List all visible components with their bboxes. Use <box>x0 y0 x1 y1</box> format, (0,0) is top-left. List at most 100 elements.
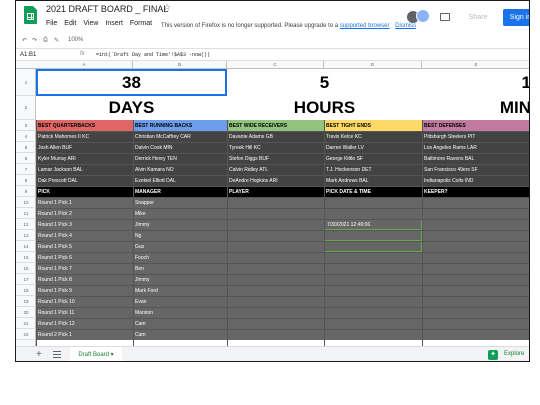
pick-cell-manager[interactable]: Cam <box>133 329 227 340</box>
best-player-cell[interactable]: San Francisco 49ers SF <box>422 164 529 175</box>
column-header-a[interactable]: A <box>36 61 133 69</box>
pick-cell-pick[interactable]: Round 1 Pick 7 <box>36 263 133 274</box>
menu-edit[interactable]: Edit <box>64 20 76 27</box>
best-player-cell[interactable]: Darren Waller LV <box>324 142 422 153</box>
pick-cell-pick[interactable]: Round 1 Pick 1 <box>36 197 133 208</box>
best-player-cell[interactable]: Alvin Kamara NO <box>133 164 227 175</box>
pick-cell-pick[interactable]: Round 1 Pick 9 <box>36 285 133 296</box>
column-header-d[interactable]: D <box>324 61 422 69</box>
pick-cell-time[interactable] <box>324 230 422 241</box>
pick-cell-player[interactable] <box>227 285 324 296</box>
pick-header[interactable]: PLAYER <box>227 186 324 197</box>
best-header[interactable]: BEST RUNNING BACKS <box>133 120 227 131</box>
pick-cell-time[interactable] <box>324 318 422 329</box>
best-player-cell[interactable]: Kyler Murray ARI <box>36 153 133 164</box>
row-header-1[interactable]: 1 <box>16 69 36 96</box>
pick-cell-time[interactable]: 7/30/2021 12:49:06 <box>324 219 422 230</box>
pick-cell-manager[interactable]: Mark Ford <box>133 285 227 296</box>
pick-cell-manager[interactable]: Cam <box>133 318 227 329</box>
pick-cell-pick[interactable]: Round 1 Pick 8 <box>36 274 133 285</box>
pick-cell-player[interactable] <box>227 208 324 219</box>
mins-value[interactable]: 1 <box>422 69 529 96</box>
row-header-7[interactable]: 7 <box>16 164 36 175</box>
best-player-cell[interactable]: Mark Andrews BAL <box>324 175 422 186</box>
best-player-cell[interactable]: Lamar Jackson BAL <box>36 164 133 175</box>
sheets-logo-icon[interactable] <box>24 6 37 24</box>
row-header-20[interactable]: 20 <box>16 307 36 318</box>
pick-cell-player[interactable] <box>227 219 324 230</box>
column-header-b[interactable]: B <box>133 61 227 69</box>
row-header-6[interactable]: 6 <box>16 153 36 164</box>
pick-header[interactable]: PICK DATE & TIME <box>324 186 422 197</box>
best-player-cell[interactable]: DeAndre Hopkins ARI <box>227 175 324 186</box>
pick-cell-pick[interactable]: Round 1 Pick 3 <box>36 219 133 230</box>
explore-icon[interactable]: ✦ <box>488 350 498 360</box>
best-player-cell[interactable]: George Kittle SF <box>324 153 422 164</box>
pick-cell-time[interactable] <box>324 263 422 274</box>
row-header-3[interactable]: 3 <box>16 120 36 131</box>
column-header-c[interactable]: C <box>227 61 324 69</box>
row-header-9[interactable]: 9 <box>16 186 36 197</box>
pick-cell-manager[interactable]: Gus <box>133 241 227 252</box>
best-player-cell[interactable]: Davante Adams GB <box>227 131 324 142</box>
best-player-cell[interactable]: Calvin Ridley ATL <box>227 164 324 175</box>
all-sheets-icon[interactable] <box>53 351 61 358</box>
row-header-19[interactable]: 19 <box>16 296 36 307</box>
row-header-10[interactable]: 10 <box>16 197 36 208</box>
row-header-4[interactable]: 4 <box>16 131 36 142</box>
best-player-cell[interactable]: Indianapolis Colts IND <box>422 175 529 186</box>
row-header-5[interactable]: 5 <box>16 142 36 153</box>
pick-cell-keeper[interactable] <box>422 307 529 318</box>
pick-cell-manager[interactable]: Ben <box>133 263 227 274</box>
pick-cell-player[interactable] <box>227 197 324 208</box>
best-header[interactable]: BEST WIDE RECEIVERS <box>227 120 324 131</box>
row-header-15[interactable]: 15 <box>16 252 36 263</box>
best-header[interactable]: BEST TIGHT ENDS <box>324 120 422 131</box>
pick-cell-time[interactable] <box>324 285 422 296</box>
supported-browser-link[interactable]: supported browser <box>340 23 390 29</box>
pick-cell-player[interactable] <box>227 296 324 307</box>
days-label[interactable]: DAYS <box>36 96 227 120</box>
pick-cell-manager[interactable]: Fooch <box>133 252 227 263</box>
best-player-cell[interactable]: T.J. Hockenson DET <box>324 164 422 175</box>
row-header-2[interactable]: 2 <box>16 96 36 120</box>
pick-cell-manager[interactable]: Ng <box>133 230 227 241</box>
menu-insert[interactable]: Insert <box>105 20 123 27</box>
explore-button[interactable]: Explore <box>504 351 524 357</box>
row-header-18[interactable]: 18 <box>16 285 36 296</box>
days-value[interactable]: 38 <box>36 69 227 96</box>
pick-cell-pick[interactable]: Round 1 Pick 4 <box>36 230 133 241</box>
spreadsheet-grid[interactable]: 3851 DAYSHOURSMIN BEST QUARTERBACKSBEST RU… <box>36 69 529 346</box>
pick-cell-time[interactable] <box>324 252 422 263</box>
pick-cell-player[interactable] <box>227 230 324 241</box>
menu-format[interactable]: Format <box>130 20 152 27</box>
pick-cell-pick[interactable]: Round 1 Pick 6 <box>36 252 133 263</box>
pick-cell-manager[interactable]: Mike <box>133 208 227 219</box>
pick-cell-keeper[interactable] <box>422 252 529 263</box>
redo-icon[interactable]: ↷ <box>32 37 37 44</box>
row-header-12[interactable]: 12 <box>16 219 36 230</box>
sheet-tab-draft-board[interactable]: Draft Board ▾ <box>70 347 122 361</box>
pick-cell-keeper[interactable] <box>422 219 529 230</box>
share-button[interactable]: Share <box>463 10 493 25</box>
pick-cell-time[interactable] <box>324 307 422 318</box>
undo-icon[interactable]: ↶ <box>22 37 27 44</box>
paint-format-icon[interactable]: ✎ <box>54 37 59 44</box>
row-header-22[interactable]: 22 <box>16 329 36 340</box>
pick-cell-manager[interactable]: Marston <box>133 307 227 318</box>
comment-icon[interactable] <box>440 13 450 21</box>
best-header[interactable]: BEST QUARTERBACKS <box>36 120 133 131</box>
pick-cell-player[interactable] <box>227 252 324 263</box>
pick-cell-manager[interactable]: Jimmy <box>133 219 227 230</box>
pick-cell-manager[interactable]: Evan <box>133 296 227 307</box>
pick-cell-keeper[interactable] <box>422 263 529 274</box>
mins-label[interactable]: MIN <box>422 96 529 120</box>
star-icon[interactable]: ☆ <box>163 2 171 13</box>
best-player-cell[interactable]: Pittsburgh Steelers PIT <box>422 131 529 142</box>
best-player-cell[interactable]: Travis Kelce KC <box>324 131 422 142</box>
pick-cell-player[interactable] <box>227 318 324 329</box>
pick-cell-keeper[interactable] <box>422 197 529 208</box>
pick-cell-keeper[interactable] <box>422 241 529 252</box>
pick-cell-keeper[interactable] <box>422 285 529 296</box>
pick-cell-keeper[interactable] <box>422 208 529 219</box>
